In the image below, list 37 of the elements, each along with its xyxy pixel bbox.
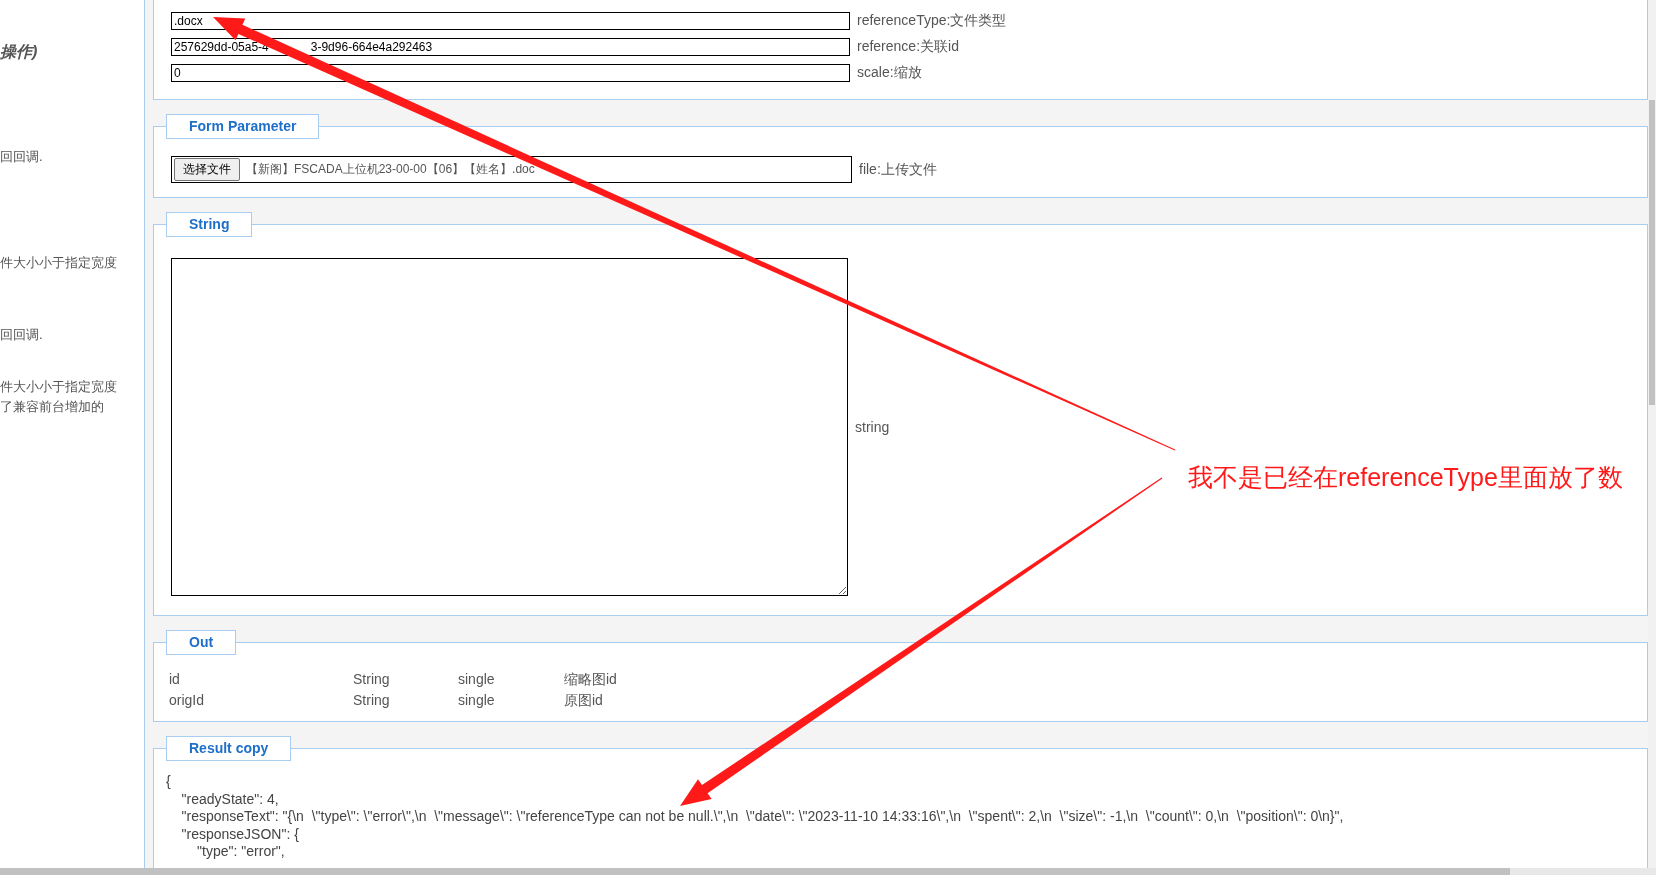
- table-cell-text: origId: [169, 691, 206, 710]
- field-label: string: [855, 419, 890, 435]
- table-cell-text: String: [353, 670, 391, 689]
- horizontal-scrollbar[interactable]: [0, 868, 1656, 875]
- field-label: referenceType:文件类型: [857, 12, 1007, 30]
- section-legend: Result copy: [166, 736, 292, 761]
- file-name-text: 【新阁】FSCADA上位机23-00-00【06】【姓名】.doc: [246, 161, 535, 178]
- code-line: "type": "error",: [196, 843, 286, 861]
- code-line: "readyState": 4,: [180, 790, 280, 808]
- annotation-text: 我不是已经在referenceType里面放了数: [1188, 462, 1623, 493]
- sidebar-text: 回回调.: [0, 326, 44, 344]
- input-field[interactable]: 257629dd-05a5-4 3-9d96-664e4a292463: [171, 38, 850, 56]
- sidebar-text: 回回调.: [0, 148, 44, 166]
- vertical-scrollbar[interactable]: [1648, 0, 1656, 868]
- code-line: {: [166, 773, 172, 791]
- table-cell-text: id: [169, 670, 181, 689]
- table-cell-text: 缩略图id: [564, 670, 618, 689]
- sidebar-text: 件大小小于指定宽度: [0, 378, 118, 396]
- field-label: scale:缩放: [857, 64, 922, 82]
- input-field[interactable]: 0: [171, 64, 850, 82]
- sidebar-text: 件大小小于指定宽度: [0, 254, 118, 272]
- text-area[interactable]: [171, 258, 848, 596]
- choose-file-button[interactable]: 选择文件: [174, 158, 240, 181]
- section-legend: Form Parameter: [166, 114, 320, 139]
- sidebar-text: 了兼容前台增加的: [0, 398, 105, 416]
- sidebar-heading: 操作): [0, 42, 39, 62]
- code-line: "responseJSON": {: [180, 825, 300, 843]
- table-cell-text: 原图id: [564, 691, 604, 710]
- input-field[interactable]: .docx: [171, 12, 850, 30]
- table-cell-text: String: [353, 691, 391, 710]
- section-legend: Out: [166, 630, 237, 655]
- field-label: reference:关联id: [857, 38, 959, 56]
- field-label: file:上传文件: [859, 160, 937, 179]
- section-legend: String: [166, 212, 253, 237]
- table-cell-text: single: [458, 691, 496, 710]
- table-cell-text: single: [458, 670, 496, 689]
- code-line: "responseText": "{\n \"type\": \"error\",\n \"message\": \"referenceType can not be null.\",\n \"date\": \"2023-11-10 14:33:16\",\n \"spent\": 2,\n \"size\": -1,\n \"count\": 0,\n \"position\": 0\n}",: [180, 808, 1345, 826]
